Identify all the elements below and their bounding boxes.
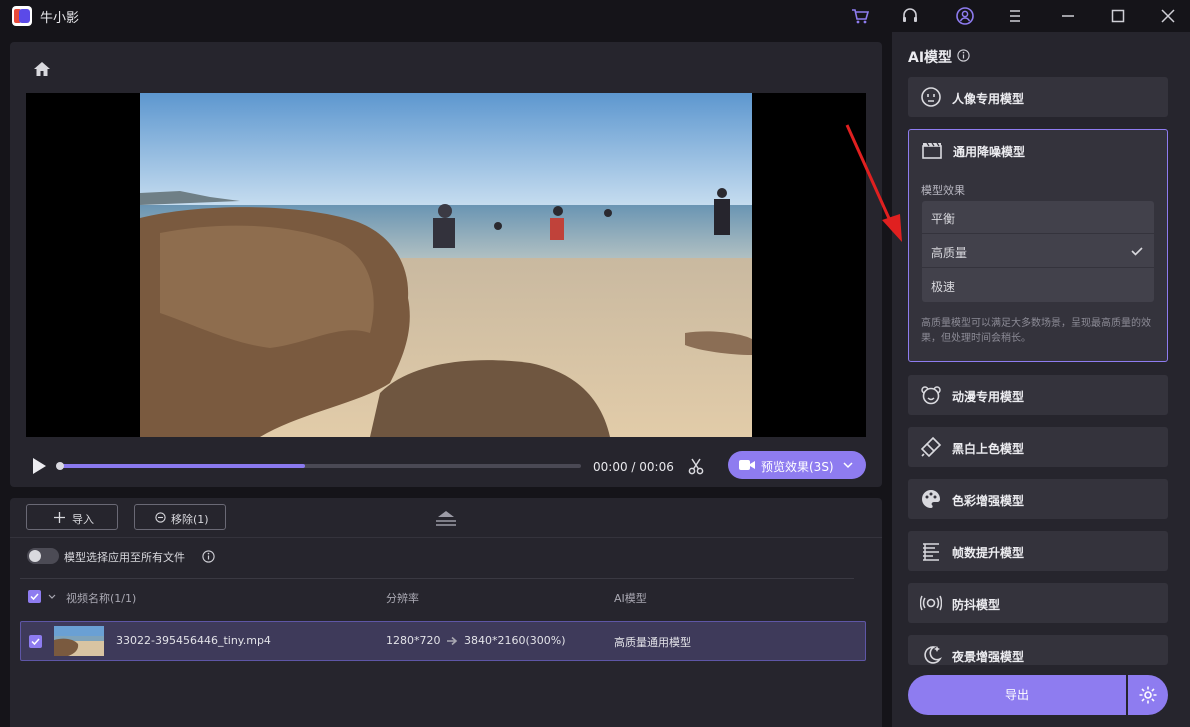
effect-options: 平衡 高质量 极速 bbox=[922, 201, 1154, 302]
collapse-panel-icon[interactable] bbox=[434, 508, 458, 528]
brush-icon bbox=[920, 436, 942, 458]
close-icon[interactable] bbox=[1158, 6, 1178, 26]
ai-model-title: AI模型 bbox=[908, 50, 953, 66]
info-icon[interactable] bbox=[202, 550, 215, 563]
plus-icon bbox=[54, 512, 65, 523]
clapperboard-icon bbox=[922, 142, 942, 159]
model-name: 人像专用模型 bbox=[952, 92, 1025, 106]
app-title: 牛小影 bbox=[40, 11, 80, 26]
effect-option-fast[interactable]: 极速 bbox=[922, 269, 1154, 302]
export-settings-button[interactable] bbox=[1128, 675, 1168, 715]
progress-bar[interactable] bbox=[56, 462, 581, 470]
palette-icon bbox=[922, 490, 940, 508]
effect-option-label: 平衡 bbox=[931, 212, 956, 226]
preview-effect-label: 预览效果(3S) bbox=[761, 460, 834, 474]
frames-icon bbox=[923, 543, 939, 561]
effect-description: 高质量模型可以满足大多数场景，呈现最高质量的效果，但处理时间会稍长。 bbox=[921, 318, 1151, 344]
chevron-down-icon[interactable] bbox=[842, 459, 854, 471]
select-all-checkbox[interactable] bbox=[28, 590, 41, 603]
sort-chevron-icon[interactable] bbox=[47, 592, 57, 602]
resolution-from: 1280*720 bbox=[386, 634, 441, 647]
support-headset-icon[interactable] bbox=[900, 6, 920, 26]
model-name: 夜景增强模型 bbox=[952, 650, 1025, 664]
app-logo bbox=[12, 6, 32, 26]
effect-option-balanced[interactable]: 平衡 bbox=[922, 201, 1154, 234]
effect-option-high-quality[interactable]: 高质量 bbox=[922, 235, 1154, 268]
row-checkbox[interactable] bbox=[29, 635, 42, 648]
time-label: 00:00 / 00:06 bbox=[593, 460, 674, 474]
file-panel: 导入 移除(1) 模型选择应用至所有文件 视频名称(1/1) 分辨率 AI模型 … bbox=[10, 498, 882, 727]
model-card-denoise[interactable]: 通用降噪模型 模型效果 平衡 高质量 极速 高质量模型可以满足大多数场景，呈现最… bbox=[908, 129, 1168, 362]
model-card-portrait[interactable]: 人像专用模型 bbox=[908, 77, 1168, 117]
resolution-to: 3840*2160(300%) bbox=[464, 634, 566, 647]
column-header-model: AI模型 bbox=[614, 592, 647, 605]
model-card-stabilize[interactable]: 防抖模型 bbox=[908, 583, 1168, 623]
model-name: 防抖模型 bbox=[952, 598, 1001, 612]
import-button[interactable]: 导入 bbox=[26, 504, 118, 530]
home-icon[interactable] bbox=[32, 59, 52, 79]
menu-icon[interactable] bbox=[1005, 6, 1025, 26]
apply-all-label: 模型选择应用至所有文件 bbox=[64, 551, 185, 564]
model-name: 色彩增强模型 bbox=[952, 494, 1025, 508]
model-card-night[interactable]: 夜景增强模型 bbox=[908, 635, 1168, 665]
gear-icon bbox=[1139, 686, 1157, 704]
arrow-right-icon bbox=[447, 636, 458, 646]
effect-label: 模型效果 bbox=[921, 184, 965, 197]
checkmark-icon bbox=[1131, 247, 1143, 256]
export-button[interactable]: 导出 bbox=[908, 675, 1126, 715]
file-name: 33022-395456446_tiny.mp4 bbox=[116, 634, 271, 647]
play-icon[interactable] bbox=[30, 457, 48, 475]
model-card-frame-boost[interactable]: 帧数提升模型 bbox=[908, 531, 1168, 571]
minimize-icon[interactable] bbox=[1058, 6, 1078, 26]
model-name: 帧数提升模型 bbox=[952, 546, 1025, 560]
effect-option-label: 极速 bbox=[931, 280, 956, 294]
video-frame-image bbox=[140, 93, 752, 437]
effect-option-label: 高质量 bbox=[931, 246, 968, 260]
file-toolbar: 导入 移除(1) bbox=[10, 498, 882, 538]
bear-icon bbox=[921, 386, 941, 405]
portrait-icon bbox=[921, 87, 941, 107]
table-divider bbox=[20, 578, 854, 579]
ai-model-cell: 高质量通用模型 bbox=[614, 636, 691, 649]
user-account-icon[interactable] bbox=[955, 6, 975, 26]
preview-effect-button[interactable]: 预览效果(3S) bbox=[728, 451, 866, 479]
apply-all-toggle[interactable] bbox=[27, 548, 59, 564]
import-label: 导入 bbox=[72, 513, 94, 526]
model-card-anime[interactable]: 动漫专用模型 bbox=[908, 375, 1168, 415]
column-header-resolution: 分辨率 bbox=[386, 592, 419, 605]
model-name: 动漫专用模型 bbox=[952, 390, 1025, 404]
video-player[interactable] bbox=[26, 93, 866, 437]
remove-label: 移除(1) bbox=[171, 513, 209, 526]
table-row[interactable]: 33022-395456446_tiny.mp4 1280*720 3840*2… bbox=[20, 621, 866, 661]
title-bar: 牛小影 bbox=[0, 0, 1190, 32]
maximize-icon[interactable] bbox=[1108, 6, 1128, 26]
model-name: 通用降噪模型 bbox=[953, 145, 1026, 159]
video-camera-icon bbox=[739, 460, 755, 470]
info-icon[interactable] bbox=[957, 49, 970, 62]
remove-circle-icon bbox=[155, 512, 166, 523]
model-card-color-enhance[interactable]: 色彩增强模型 bbox=[908, 479, 1168, 519]
video-thumbnail bbox=[54, 626, 104, 656]
progress-knob[interactable] bbox=[56, 462, 64, 470]
model-card-colorize[interactable]: 黑白上色模型 bbox=[908, 427, 1168, 467]
remove-button[interactable]: 移除(1) bbox=[134, 504, 226, 530]
scissors-icon[interactable] bbox=[686, 456, 706, 476]
ai-model-panel: AI模型 人像专用模型 通用降噪模型 模型效果 平衡 高质量 极速 高质量模型可… bbox=[892, 32, 1190, 727]
cart-icon[interactable] bbox=[850, 6, 870, 26]
progress-fill bbox=[60, 464, 305, 468]
column-header-name: 视频名称(1/1) bbox=[66, 592, 137, 605]
stabilize-icon bbox=[920, 595, 942, 611]
night-icon bbox=[924, 646, 942, 664]
model-name: 黑白上色模型 bbox=[952, 442, 1025, 456]
preview-panel: 00:00 / 00:06 预览效果(3S) bbox=[10, 42, 882, 487]
